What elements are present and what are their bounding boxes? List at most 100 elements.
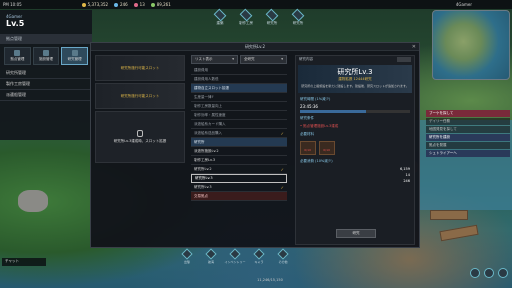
research-slot[interactable]: 研究所施行可能スロット [95, 55, 185, 81]
sortie-icon [181, 248, 193, 260]
research-desc: 研究所の上級施設を新たに建設します。建設後、研究スロットが追加されます。 [301, 84, 409, 88]
research-item[interactable]: 建物自立スロット拡張 [191, 84, 287, 93]
research-item[interactable]: 制作工房Lv.3 [191, 156, 287, 165]
menu-item-workshop[interactable]: 製作工房管理 [0, 79, 92, 90]
base-panel: 4Gamer Lv.5 拠点管理 拠点管理 施設管理 研究管理 研究所管理 製作… [0, 10, 92, 140]
quest-item[interactable]: 研究所を建設 [426, 134, 510, 141]
action-button[interactable] [470, 268, 480, 278]
material-slot[interactable]: 0/10 [319, 141, 335, 155]
view-dropdown[interactable]: リスト表示 ▾ [191, 55, 238, 64]
base-icon [14, 50, 21, 56]
lock-icon [137, 130, 143, 137]
nav-workshop-button[interactable]: 制作工房 [236, 8, 256, 26]
chevron-down-icon: ▾ [281, 57, 283, 61]
research-item[interactable]: 研究所Lv.3 ✓ [191, 183, 287, 192]
time-value: 23:45:36 [300, 104, 318, 109]
research-item[interactable]: 建設費用人数低 [191, 75, 287, 84]
check-icon: ✓ [280, 166, 284, 172]
inventory-button[interactable]: インベントリー [225, 248, 246, 264]
research-icon [265, 8, 279, 22]
cost-label: 必要消費 (10%減少) [300, 159, 333, 163]
nav-lab-button[interactable]: 研究所 [288, 8, 308, 26]
action-button[interactable] [484, 268, 494, 278]
chevron-down-icon: ▾ [232, 57, 234, 61]
tab-group: 拠点管理 施設管理 研究管理 [0, 44, 92, 68]
research-slot[interactable]: 研究所施行可能スロット [95, 83, 185, 109]
gold-icon [81, 2, 86, 7]
chat-button[interactable]: チャット [2, 258, 46, 266]
close-icon[interactable]: ✕ [412, 44, 416, 50]
item-list: 建設費用 建設費用人数低 建物自立スロット拡張 生産量一律↑ 制作工房数量向上 制作効率・… [191, 66, 287, 201]
window-title: 研究所Lv.2 [91, 43, 419, 51]
character-button[interactable]: キャラ [252, 248, 266, 264]
cost-row: 246 [403, 179, 410, 183]
base-level: 4Gamer Lv.5 [6, 14, 25, 28]
quest-item[interactable]: シュトライアーへ [426, 150, 510, 157]
slot-column: 研究所施行可能スロット 研究所施行可能スロット 研究所Lv.3達成時、スロット拡… [95, 55, 185, 165]
research-sub: 建物拡張 12444研究 [338, 77, 372, 81]
status-bar: PM 10:05 5,373,352 246 13 89,261 4Gamer [0, 0, 512, 9]
check-icon: ✓ [280, 130, 284, 136]
research-item[interactable]: 派遣船系カード購入 [191, 120, 287, 129]
time-label: 研究時間 (1%減少) [300, 97, 331, 101]
bottom-menu: 出撃 航海 インベントリー キャラ その他 [180, 248, 290, 264]
detail-panel: 研究内容 研究所Lv.3 建物拡張 12444研究 研究所の上級施設を新たに建設… [295, 55, 415, 245]
research-item[interactable]: 研究所 [191, 138, 287, 147]
nav-build-button[interactable]: 建築 [210, 8, 230, 26]
research-window: 研究所Lv.2 ✕ 研究所施行可能スロット 研究所施行可能スロット 研究所Lv.… [90, 42, 420, 248]
time-label: PM 10:05 [3, 2, 22, 7]
research-item[interactable]: 制作効率・属性速度 [191, 111, 287, 120]
research-icon [71, 50, 78, 56]
badge [397, 57, 411, 62]
minimap[interactable] [432, 10, 510, 80]
research-item[interactable]: 建設費用 [191, 66, 287, 75]
research-item[interactable]: 派遣船系送品購入 ✓ [191, 129, 287, 138]
material-slot[interactable]: 0/10 [300, 141, 316, 155]
quest-item[interactable]: デイリー任務 [426, 118, 510, 125]
quest-item[interactable]: 拠点を発展 [426, 142, 510, 149]
voyage-button[interactable]: 航海 [204, 248, 218, 264]
menu-item-dispatch[interactable]: 派遣船管理 [0, 90, 92, 101]
currency-group: 5,373,352 246 13 89,261 [81, 2, 171, 7]
menu-item-research[interactable]: 研究所管理 [0, 68, 92, 79]
menu-list: 研究所管理 製作工房管理 派遣船管理 [0, 68, 92, 101]
locked-slot: 研究所Lv.3達成時、スロット拡張 [95, 111, 185, 163]
more-button[interactable]: その他 [276, 248, 290, 264]
action-button[interactable] [498, 268, 508, 278]
research-item[interactable]: 交易拠点 [191, 192, 287, 201]
quest-item[interactable]: 地図発見を探して [426, 126, 510, 133]
list-filters: リスト表示 ▾ 全研究 ▾ [191, 55, 287, 64]
ticket-icon [133, 2, 138, 7]
detail-banner: 研究所Lv.3 建物拡張 12444研究 研究所の上級施設を新たに建設します。建… [298, 65, 412, 93]
workshop-icon [239, 8, 253, 22]
gem-icon [114, 2, 119, 7]
sortie-button[interactable]: 出撃 [180, 248, 194, 264]
quest-tracker: ブーケを探して デイリー任務 地図発見を探して 研究所を建設 拠点を発展 シュトライアーへ [426, 110, 510, 158]
time-bar [300, 110, 410, 113]
tab-facility[interactable]: 施設管理 [32, 47, 60, 65]
resource-icon [150, 2, 155, 7]
character-icon [253, 248, 265, 260]
research-item[interactable]: 研究所Lv.2 ✓ [191, 165, 287, 174]
research-name: 研究所Lv.3 [337, 68, 373, 76]
inventory-icon [229, 248, 241, 260]
tab-base[interactable]: 拠点管理 [4, 47, 31, 65]
top-nav: 建築 制作工房 研究所 研究所 [210, 8, 308, 26]
tab-research[interactable]: 研究管理 [61, 47, 89, 65]
filter-dropdown[interactable]: 全研究 ▾ [240, 55, 287, 64]
cond-text: • 拠点管理施設Lv.3達成 [300, 124, 339, 128]
research-item[interactable]: 生産量一律↑ [191, 93, 287, 102]
lab-icon [291, 8, 305, 22]
build-icon [213, 8, 227, 22]
quest-item[interactable]: ブーケを探して [426, 110, 510, 117]
voyage-icon [205, 248, 217, 260]
nav-research-button[interactable]: 研究所 [262, 8, 282, 26]
more-icon [277, 248, 289, 260]
action-buttons [470, 268, 508, 278]
research-item[interactable]: 制作工房数量向上 [191, 102, 287, 111]
research-list: リスト表示 ▾ 全研究 ▾ 建設費用 建設費用人数低 建物自立スロット拡張 生産量一律↑ 制… [191, 55, 287, 245]
research-item[interactable]: 派遣所施設Lv.2 [191, 147, 287, 156]
facility-icon [43, 50, 49, 56]
research-item[interactable]: 研究所Lv.3 [191, 174, 287, 183]
research-button[interactable]: 研究 [336, 229, 376, 238]
